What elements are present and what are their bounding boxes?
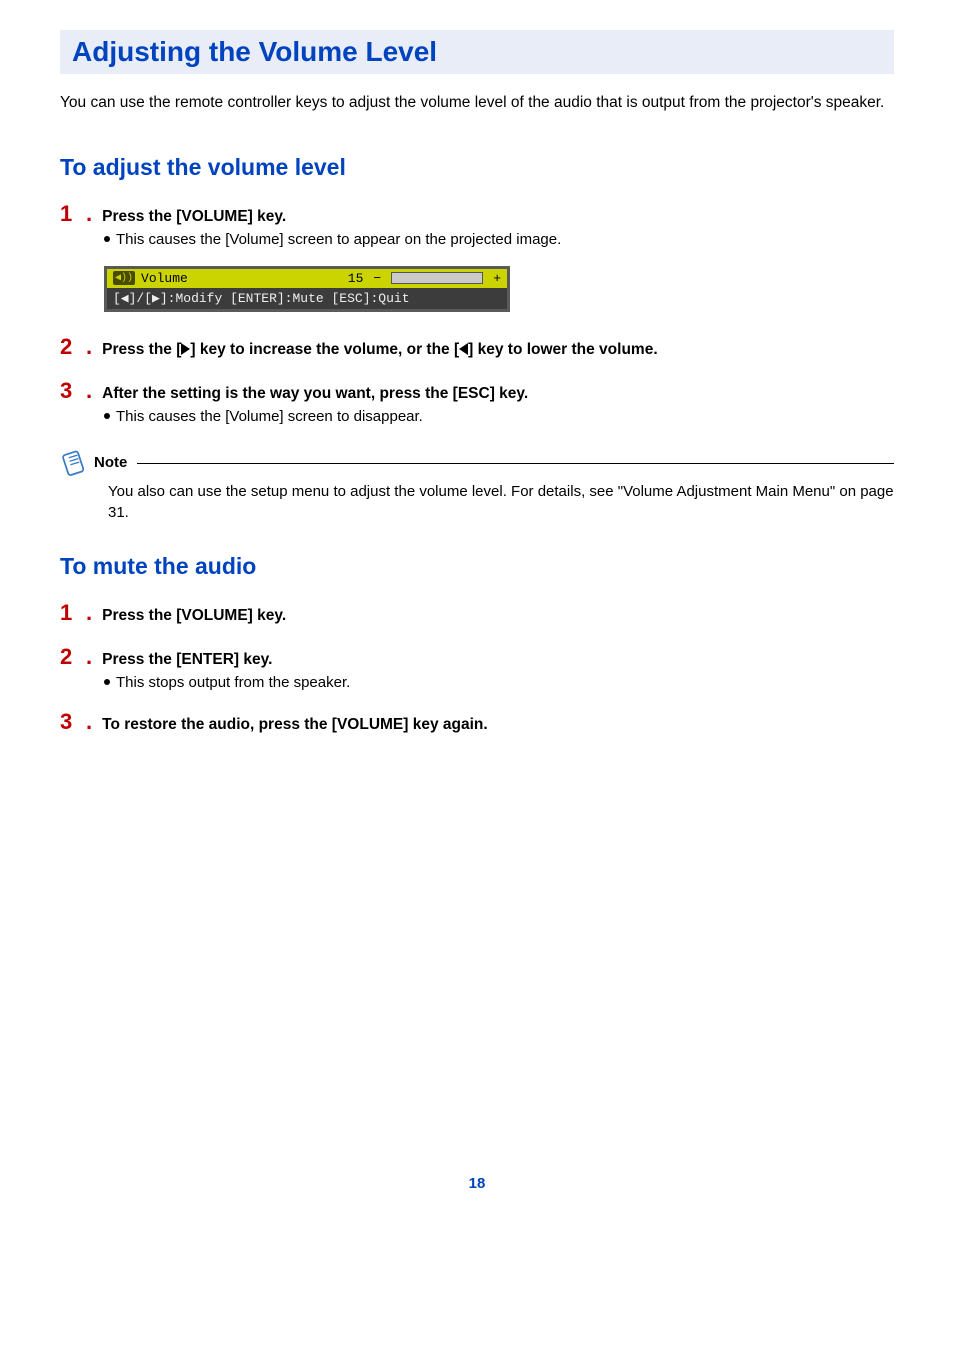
intro-text: You can use the remote controller keys t… (60, 92, 894, 114)
step-bullet: This stops output from the speaker. (104, 674, 894, 691)
step-number: 2 (60, 334, 82, 360)
step-dot: . (86, 378, 92, 404)
osd-bar (391, 272, 483, 284)
step-bullet: This causes the [Volume] screen to disap… (104, 408, 894, 425)
step-title: After the setting is the way you want, p… (102, 385, 528, 403)
section-mute-heading: To mute the audio (60, 553, 894, 580)
step-dot: . (86, 201, 92, 227)
triangle-right-icon (181, 343, 190, 355)
bullet-text: This stops output from the speaker. (116, 674, 350, 691)
step-number: 3 (60, 709, 82, 735)
note-rule (137, 463, 894, 464)
step-number: 1 (60, 600, 82, 626)
osd-plus: + (493, 271, 501, 286)
step-title: To restore the audio, press the [VOLUME]… (102, 716, 488, 734)
step-title: Press the [VOLUME] key. (102, 208, 286, 226)
note-text: You also can use the setup menu to adjus… (108, 481, 894, 523)
note-label: Note (94, 454, 127, 471)
bullet-text: This causes the [Volume] screen to disap… (116, 408, 423, 425)
osd-label: Volume (141, 271, 188, 286)
mute-step-3: 3. To restore the audio, press the [VOLU… (60, 709, 894, 735)
step-number: 2 (60, 644, 82, 670)
step-title: Press the [ENTER] key. (102, 651, 272, 669)
bullet-text: This causes the [Volume] screen to appea… (116, 231, 561, 248)
speaker-icon: ◀)) (113, 271, 135, 285)
step-number: 1 (60, 201, 82, 227)
bullet-icon (104, 413, 110, 419)
bullet-icon (104, 236, 110, 242)
step-2: 2. Press the [ ] key to increase the volu… (60, 334, 894, 360)
step-title-mid: ] key to increase the volume, or the [ (190, 341, 459, 358)
bullet-icon (104, 679, 110, 685)
page-title-bar: Adjusting the Volume Level (60, 30, 894, 74)
osd-minus: − (373, 271, 381, 286)
note-icon (60, 449, 88, 477)
section-adjust-heading: To adjust the volume level (60, 154, 894, 181)
step-title: Press the [ ] key to increase the volume,… (102, 341, 658, 359)
page-title: Adjusting the Volume Level (72, 36, 882, 68)
osd-value: 15 (348, 271, 364, 286)
mute-step-1: 1. Press the [VOLUME] key. (60, 600, 894, 626)
step-title-post: ] key to lower the volume. (468, 341, 658, 358)
step-title: Press the [VOLUME] key. (102, 607, 286, 625)
note-block: Note You also can use the setup menu to … (60, 449, 894, 523)
volume-osd: ◀)) Volume 15 − + [◀]/[▶]:Modify [ENTER]… (104, 266, 510, 312)
step-1: 1. Press the [VOLUME] key. This causes t… (60, 201, 894, 248)
osd-help-row: [◀]/[▶]:Modify [ENTER]:Mute [ESC]:Quit (107, 288, 507, 309)
step-dot: . (86, 644, 92, 670)
step-title-pre: Press the [ (102, 341, 181, 358)
step-number: 3 (60, 378, 82, 404)
step-bullet: This causes the [Volume] screen to appea… (104, 231, 894, 248)
step-dot: . (86, 334, 92, 360)
step-dot: . (86, 709, 92, 735)
osd-top-row: ◀)) Volume 15 − + (107, 269, 507, 288)
step-dot: . (86, 600, 92, 626)
page-number: 18 (60, 1175, 894, 1192)
mute-step-2: 2. Press the [ENTER] key. This stops out… (60, 644, 894, 691)
triangle-left-icon (459, 343, 468, 355)
step-3: 3. After the setting is the way you want… (60, 378, 894, 425)
